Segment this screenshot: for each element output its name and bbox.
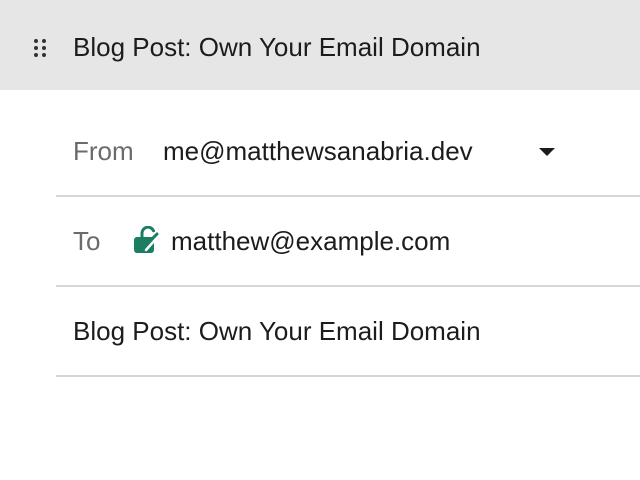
compose-titlebar[interactable]: Blog Post: Own Your Email Domain xyxy=(0,0,640,90)
drag-handle-icon[interactable] xyxy=(33,38,47,58)
subject-field[interactable]: Blog Post: Own Your Email Domain xyxy=(56,287,640,377)
to-label: To xyxy=(73,226,101,256)
to-field[interactable]: To matthew@example.com xyxy=(56,197,640,287)
subject-input[interactable]: Blog Post: Own Your Email Domain xyxy=(73,315,481,347)
chevron-down-icon[interactable] xyxy=(539,148,555,156)
window-title: Blog Post: Own Your Email Domain xyxy=(73,32,481,62)
lock-open-icon[interactable] xyxy=(132,226,160,254)
from-label: From xyxy=(73,136,134,166)
from-address[interactable]: me@matthewsanabria.dev xyxy=(163,135,473,167)
from-field[interactable]: From me@matthewsanabria.dev xyxy=(56,107,640,197)
recipient-chip[interactable]: matthew@example.com xyxy=(171,225,450,257)
